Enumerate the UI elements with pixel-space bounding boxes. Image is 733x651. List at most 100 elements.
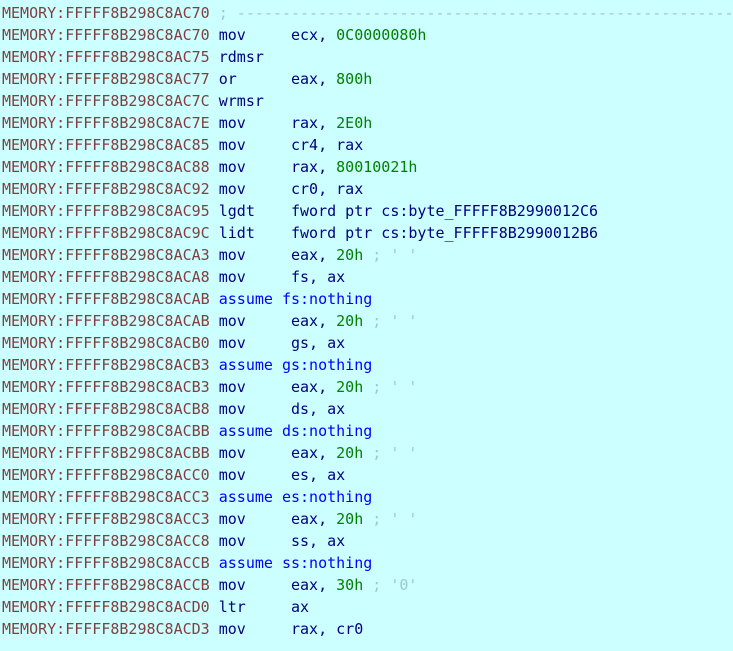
line-address: MEMORY:FFFFF8B298C8AC95 xyxy=(2,202,210,220)
line-address: MEMORY:FFFFF8B298C8AC7C xyxy=(2,92,210,110)
disasm-line[interactable]: MEMORY:FFFFF8B298C8AC88 mov rax, 8001002… xyxy=(2,156,733,178)
disasm-line[interactable]: MEMORY:FFFFF8B298C8ACD3 mov rax, cr0 xyxy=(2,618,733,640)
disasm-line[interactable]: MEMORY:FFFFF8B298C8AC77 or eax, 800h xyxy=(2,68,733,90)
instruction-operands: eax, xyxy=(291,378,337,396)
instruction-operands: eax, xyxy=(291,70,337,88)
disasm-line[interactable]: MEMORY:FFFFF8B298C8AC70 mov ecx, 0C00000… xyxy=(2,24,733,46)
disasm-line[interactable]: MEMORY:FFFFF8B298C8AC7E mov rax, 2E0h xyxy=(2,112,733,134)
address-separator xyxy=(210,444,219,462)
instruction-operands: eax, xyxy=(291,312,337,330)
disasm-line[interactable]: MEMORY:FFFFF8B298C8ACCB assume ss:nothin… xyxy=(2,552,733,574)
instruction-operands: eax, xyxy=(291,576,337,594)
mnemonic-padding xyxy=(246,268,291,286)
disasm-line[interactable]: MEMORY:FFFFF8B298C8AC95 lgdt fword ptr c… xyxy=(2,200,733,222)
inline-comment: ; ' ' xyxy=(363,444,418,462)
line-address: MEMORY:FFFFF8B298C8ACAB xyxy=(2,312,210,330)
disassembly-view[interactable]: MEMORY:FFFFF8B298C8AC70 ; --------------… xyxy=(0,0,733,651)
mnemonic-padding xyxy=(246,26,291,44)
instruction-mnemonic: mov xyxy=(218,136,246,154)
instruction-mnemonic: mov xyxy=(218,268,246,286)
disasm-line[interactable]: MEMORY:FFFFF8B298C8AC9C lidt fword ptr c… xyxy=(2,222,733,244)
disasm-line[interactable]: MEMORY:FFFFF8B298C8ACA8 mov fs, ax xyxy=(2,266,733,288)
assume-directive: assume ss:nothing xyxy=(218,554,373,572)
instruction-operands: rax, xyxy=(291,114,337,132)
disasm-line[interactable]: MEMORY:FFFFF8B298C8ACBB assume ds:nothin… xyxy=(2,420,733,442)
mnemonic-padding xyxy=(246,598,291,616)
mnemonic-padding xyxy=(246,158,291,176)
mnemonic-padding xyxy=(246,378,291,396)
instruction-operands: ax xyxy=(291,598,310,616)
instruction-operands: cr0, rax xyxy=(291,180,364,198)
disasm-line[interactable]: MEMORY:FFFFF8B298C8AC7C wrmsr xyxy=(2,90,733,112)
disasm-line[interactable]: MEMORY:FFFFF8B298C8ACB3 mov eax, 20h ; '… xyxy=(2,376,733,398)
disasm-line[interactable]: MEMORY:FFFFF8B298C8ACC3 assume es:nothin… xyxy=(2,486,733,508)
instruction-operands: ss, ax xyxy=(291,532,346,550)
instruction-operands: gs, ax xyxy=(291,334,346,352)
disasm-line[interactable]: MEMORY:FFFFF8B298C8ACD0 ltr ax xyxy=(2,596,733,618)
address-separator xyxy=(210,158,219,176)
address-separator xyxy=(210,290,219,308)
numeric-literal: 2E0h xyxy=(336,114,373,132)
instruction-operands: fword ptr cs:byte_FFFFF8B2990012C6 xyxy=(291,202,599,220)
address-separator xyxy=(210,356,219,374)
address-separator xyxy=(210,114,219,132)
disasm-line[interactable]: MEMORY:FFFFF8B298C8AC85 mov cr4, rax xyxy=(2,134,733,156)
disasm-line[interactable]: MEMORY:FFFFF8B298C8ACC8 mov ss, ax xyxy=(2,530,733,552)
disasm-line[interactable]: MEMORY:FFFFF8B298C8ACC0 mov es, ax xyxy=(2,464,733,486)
line-address: MEMORY:FFFFF8B298C8ACBB xyxy=(2,444,210,462)
line-address: MEMORY:FFFFF8B298C8AC88 xyxy=(2,158,210,176)
line-address: MEMORY:FFFFF8B298C8ACC3 xyxy=(2,510,210,528)
instruction-operands: eax, xyxy=(291,510,337,528)
disasm-line[interactable]: MEMORY:FFFFF8B298C8ACB8 mov ds, ax xyxy=(2,398,733,420)
mnemonic-padding xyxy=(246,444,291,462)
disasm-line[interactable]: MEMORY:FFFFF8B298C8ACAB mov eax, 20h ; '… xyxy=(2,310,733,332)
numeric-literal: 20h xyxy=(336,510,364,528)
address-separator xyxy=(210,488,219,506)
disasm-line[interactable]: MEMORY:FFFFF8B298C8ACB3 assume gs:nothin… xyxy=(2,354,733,376)
instruction-operands: eax, xyxy=(291,444,337,462)
address-separator xyxy=(210,136,219,154)
inline-comment: ; '0' xyxy=(363,576,418,594)
mnemonic-padding xyxy=(246,246,291,264)
address-separator xyxy=(210,92,219,110)
numeric-literal: 20h xyxy=(336,312,364,330)
disasm-line[interactable]: MEMORY:FFFFF8B298C8AC92 mov cr0, rax xyxy=(2,178,733,200)
instruction-operands: ecx, xyxy=(291,26,337,44)
mnemonic-padding xyxy=(255,224,291,242)
address-separator xyxy=(210,576,219,594)
disasm-line[interactable]: MEMORY:FFFFF8B298C8AC70 ; --------------… xyxy=(2,2,733,24)
line-address: MEMORY:FFFFF8B298C8ACB0 xyxy=(2,334,210,352)
instruction-mnemonic: rdmsr xyxy=(218,48,264,66)
disasm-line[interactable]: MEMORY:FFFFF8B298C8ACC3 mov eax, 20h ; '… xyxy=(2,508,733,530)
instruction-mnemonic: mov xyxy=(218,26,246,44)
address-separator xyxy=(210,598,219,616)
assume-directive: assume fs:nothing xyxy=(218,290,373,308)
instruction-operands: ds, ax xyxy=(291,400,346,418)
instruction-mnemonic: mov xyxy=(218,510,246,528)
mnemonic-padding xyxy=(237,70,291,88)
disasm-line[interactable]: MEMORY:FFFFF8B298C8ACA3 mov eax, 20h ; '… xyxy=(2,244,733,266)
address-separator xyxy=(210,620,219,638)
address-separator xyxy=(210,180,219,198)
line-address: MEMORY:FFFFF8B298C8ACCB xyxy=(2,576,210,594)
disasm-line[interactable]: MEMORY:FFFFF8B298C8ACB0 mov gs, ax xyxy=(2,332,733,354)
instruction-mnemonic: ltr xyxy=(218,598,246,616)
instruction-mnemonic: mov xyxy=(218,532,246,550)
disasm-line[interactable]: MEMORY:FFFFF8B298C8ACAB assume fs:nothin… xyxy=(2,288,733,310)
line-address: MEMORY:FFFFF8B298C8ACB3 xyxy=(2,378,210,396)
line-address: MEMORY:FFFFF8B298C8AC92 xyxy=(2,180,210,198)
instruction-operands: es, ax xyxy=(291,466,346,484)
disasm-line[interactable]: MEMORY:FFFFF8B298C8ACBB mov eax, 20h ; '… xyxy=(2,442,733,464)
instruction-mnemonic: mov xyxy=(218,400,246,418)
inline-comment: ; ' ' xyxy=(363,510,418,528)
address-separator xyxy=(210,202,219,220)
disasm-line[interactable]: MEMORY:FFFFF8B298C8ACCB mov eax, 30h ; '… xyxy=(2,574,733,596)
line-address: MEMORY:FFFFF8B298C8AC75 xyxy=(2,48,210,66)
instruction-mnemonic: mov xyxy=(218,444,246,462)
instruction-mnemonic: mov xyxy=(218,158,246,176)
mnemonic-padding xyxy=(246,180,291,198)
instruction-operands: fword ptr cs:byte_FFFFF8B2990012B6 xyxy=(291,224,599,242)
disasm-line[interactable]: MEMORY:FFFFF8B298C8AC75 rdmsr xyxy=(2,46,733,68)
numeric-literal: 800h xyxy=(336,70,373,88)
numeric-literal: 20h xyxy=(336,246,364,264)
